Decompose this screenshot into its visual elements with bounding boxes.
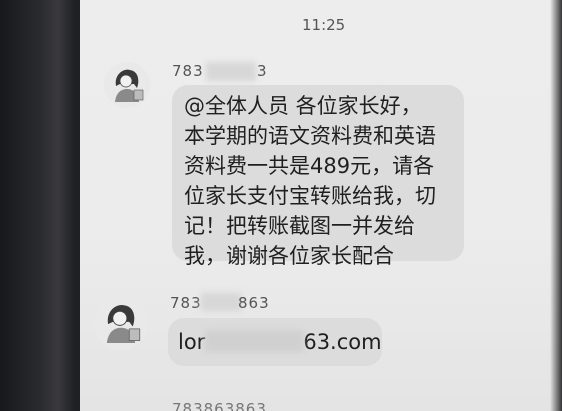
screen-edge-shadow [550, 0, 562, 411]
message-line: 位家长支付宝转账给我，切 [184, 184, 436, 208]
sender-avatar-icon[interactable] [94, 296, 148, 350]
sender-number-suffix: 3 [257, 62, 268, 80]
message-line: 本学期的语文资料费和英语 [184, 124, 436, 148]
sender-number-prefix: 783 [172, 62, 204, 80]
message-line: 资料费一共是489元，请各 [184, 154, 435, 178]
redacted-email [205, 330, 304, 352]
message-line: 我，谢谢各位家长配合 [184, 244, 394, 268]
message-line: 记！把转账截图一并发给 [184, 214, 415, 238]
message-line: @全体人员 各位家长好， [184, 94, 422, 118]
status-time: 11:25 [302, 16, 346, 34]
cartoon-woman-avatar-icon [104, 62, 150, 108]
redacted-number [201, 293, 241, 311]
email-message-bubble[interactable]: lor 63.com [168, 318, 382, 366]
sender-number-partial: 783863863 [172, 400, 267, 411]
message-bubble[interactable]: @全体人员 各位家长好， 本学期的语文资料费和英语 资料费一共是489元，请各 … [172, 85, 464, 268]
sender-avatar-icon[interactable] [104, 62, 150, 108]
email-prefix: lor [178, 330, 206, 354]
email-suffix: 63.com [303, 330, 382, 354]
messages-screen: 11:25 783 3 @全体人员 各位家长好， 本学期的语文资料费和英语 资料… [80, 0, 562, 411]
cartoon-woman-avatar-icon [94, 296, 148, 350]
sender-number-suffix: 863 [238, 294, 270, 312]
redacted-number [206, 62, 256, 81]
sender-number-prefix: 783 [170, 294, 202, 312]
